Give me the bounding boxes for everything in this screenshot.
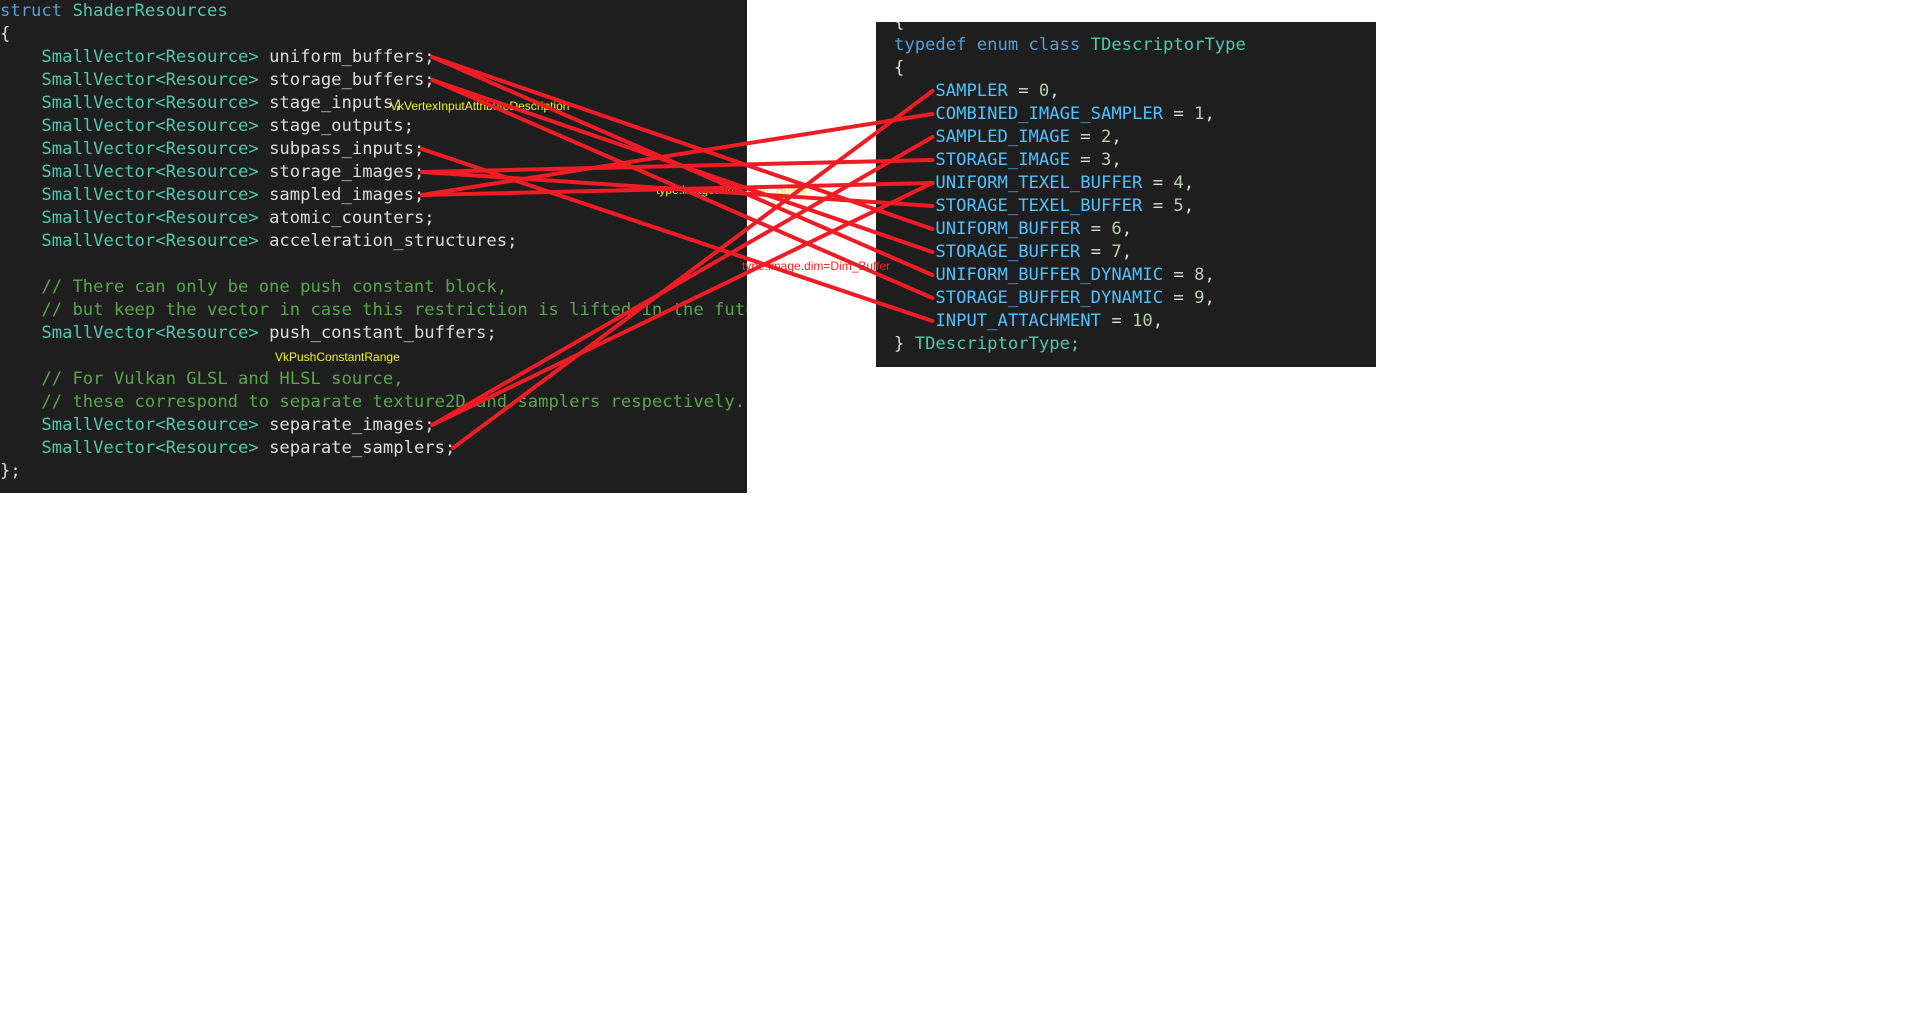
- enumerator-value: 6: [1111, 219, 1122, 239]
- enum-line-storage-buffer: STORAGE_BUFFER = 7,: [935, 242, 1133, 262]
- field-type: SmallVector<Resource>: [41, 70, 259, 90]
- enum-line-storage-buffer-dynamic: STORAGE_BUFFER_DYNAMIC = 9,: [935, 288, 1215, 308]
- enumerator-storage-texel-buffer: STORAGE_TEXEL_BUFFER: [935, 196, 1143, 216]
- annotation-vertex-input: VkVertexInputAttributeDescription: [390, 99, 570, 113]
- typedef-keywords: typedef enum class: [894, 35, 1081, 55]
- struct-open-brace: {: [0, 24, 11, 44]
- field-line-subpass-inputs: SmallVector<Resource> subpass_inputs;: [41, 139, 425, 159]
- comment-text: // but keep the vector in case this rest…: [41, 300, 747, 320]
- field-type: SmallVector<Resource>: [41, 415, 259, 435]
- field-line-acceleration-structures: SmallVector<Resource> acceleration_struc…: [41, 231, 518, 251]
- enum-line-sampled-image: SAMPLED_IMAGE = 2,: [935, 127, 1122, 147]
- field-name-storage-buffers: storage_buffers: [269, 70, 425, 90]
- field-name-storage-images: storage_images: [269, 162, 414, 182]
- enum-name: TDescriptorType: [1090, 35, 1246, 55]
- field-line-separate-samplers: SmallVector<Resource> separate_samplers;: [41, 438, 456, 458]
- field-type: SmallVector<Resource>: [41, 323, 259, 343]
- field-name-acceleration-structures: acceleration_structures: [269, 231, 508, 251]
- enumerator-sampler: SAMPLER: [935, 81, 1008, 101]
- enumerator-uniform-buffer-dynamic: UNIFORM_BUFFER_DYNAMIC: [935, 265, 1164, 285]
- enumerator-value: 5: [1173, 196, 1184, 216]
- field-type: SmallVector<Resource>: [41, 93, 259, 113]
- enumerator-value: 9: [1194, 288, 1205, 308]
- enumerator-value: 1: [1194, 104, 1205, 124]
- typedef-line: typedef enum class TDescriptorType: [894, 34, 1246, 57]
- comment-text: // There can only be one push constant b…: [41, 277, 508, 297]
- struct-keyword: struct: [0, 1, 63, 21]
- field-line-atomic-counters: SmallVector<Resource> atomic_counters;: [41, 208, 435, 228]
- annotation-sampled-image-dim: type.image.dim!=Dim_Buffer: [656, 183, 808, 197]
- annotation-push-constant: VkPushConstantRange: [275, 350, 400, 364]
- field-name-subpass-inputs: subpass_inputs: [269, 139, 414, 159]
- field-name-atomic-counters: atomic_counters: [269, 208, 425, 228]
- enumerator-value: 2: [1100, 127, 1112, 147]
- enum-line-combined-image-sampler: COMBINED_IMAGE_SAMPLER = 1,: [935, 104, 1215, 124]
- enumerator-storage-buffer: STORAGE_BUFFER: [935, 242, 1081, 262]
- field-type: SmallVector<Resource>: [41, 438, 259, 458]
- enum-close-brace: }: [894, 334, 905, 354]
- enumerator-input-attachment: INPUT_ATTACHMENT: [935, 311, 1101, 331]
- struct-close-brace: };: [0, 461, 21, 481]
- field-name-uniform-buffers: uniform_buffers: [269, 47, 425, 67]
- comment-text: // For Vulkan GLSL and HLSL source,: [41, 369, 404, 389]
- annotation-storage-image-dim: type.image.dim=Dim_Buffer: [742, 259, 891, 273]
- field-line-uniform-buffers: SmallVector<Resource> uniform_buffers;: [41, 47, 435, 67]
- field-name-stage-outputs: stage_outputs: [269, 116, 404, 136]
- enumerator-storage-image: STORAGE_IMAGE: [935, 150, 1070, 170]
- enumerator-uniform-texel-buffer: UNIFORM_TEXEL_BUFFER: [935, 173, 1143, 193]
- enum-line-uniform-texel-buffer: UNIFORM_TEXEL_BUFFER = 4,: [935, 173, 1195, 193]
- enumerator-value: 7: [1111, 242, 1122, 262]
- comment-line-4: // these correspond to separate texture2…: [0, 391, 745, 414]
- field-name-push-constant-buffers: push_constant_buffers: [269, 323, 487, 343]
- field-type: SmallVector<Resource>: [41, 231, 259, 251]
- struct-name: ShaderResources: [72, 1, 228, 21]
- field-line-push-constant-buffers: SmallVector<Resource> push_constant_buff…: [41, 323, 497, 343]
- enumerator-value: 4: [1173, 173, 1184, 193]
- field-name-sampled-images: sampled_images: [269, 185, 414, 205]
- field-type: SmallVector<Resource>: [41, 139, 259, 159]
- field-line-stage-inputs: SmallVector<Resource> stage_inputs;: [41, 93, 404, 113]
- field-type: SmallVector<Resource>: [41, 208, 259, 228]
- field-name-separate-samplers: separate_samplers: [269, 438, 445, 458]
- comment-line-3: // For Vulkan GLSL and HLSL source,: [0, 368, 404, 391]
- field-line-sampled-images: SmallVector<Resource> sampled_images;: [41, 185, 425, 205]
- field-type: SmallVector<Resource>: [41, 185, 259, 205]
- enum-line-storage-texel-buffer: STORAGE_TEXEL_BUFFER = 5,: [935, 196, 1195, 216]
- enum-open-brace: {: [894, 58, 905, 78]
- field-type: SmallVector<Resource>: [41, 162, 259, 182]
- enumerator-combined-image-sampler: COMBINED_IMAGE_SAMPLER: [935, 104, 1164, 124]
- comment-line-1: // There can only be one push constant b…: [0, 276, 507, 299]
- enumerator-sampled-image: SAMPLED_IMAGE: [935, 127, 1070, 147]
- field-line-separate-images: SmallVector<Resource> separate_images;: [41, 415, 435, 435]
- right-code-panel: { typedef enum class TDescriptorType { S…: [876, 22, 1376, 367]
- comment-line-2: // but keep the vector in case this rest…: [0, 299, 747, 322]
- enum-line-storage-image: STORAGE_IMAGE = 3,: [935, 150, 1122, 170]
- enumerator-value: 10: [1132, 311, 1153, 331]
- field-type: SmallVector<Resource>: [41, 47, 259, 67]
- enumerator-value: 0: [1038, 81, 1050, 101]
- left-code-panel: struct ShaderResources { SmallVector<Res…: [0, 0, 747, 493]
- enumerator-uniform-buffer: UNIFORM_BUFFER: [935, 219, 1081, 239]
- field-type: SmallVector<Resource>: [41, 116, 259, 136]
- field-line-storage-buffers: SmallVector<Resource> storage_buffers;: [41, 70, 435, 90]
- field-name-separate-images: separate_images: [269, 415, 425, 435]
- enum-line-uniform-buffer: UNIFORM_BUFFER = 6,: [935, 219, 1133, 239]
- partial-top-brace: {: [894, 22, 905, 32]
- enum-line-uniform-buffer-dynamic: UNIFORM_BUFFER_DYNAMIC = 8,: [935, 265, 1215, 285]
- field-name-stage-inputs: stage_inputs: [269, 93, 394, 113]
- enum-closing-name: TDescriptorType;: [914, 334, 1081, 354]
- struct-declaration-line: struct ShaderResources: [0, 0, 228, 23]
- comment-text: // these correspond to separate texture2…: [41, 392, 746, 412]
- enum-line-input-attachment: INPUT_ATTACHMENT = 10,: [935, 311, 1164, 331]
- enum-closing-line: } TDescriptorType;: [894, 333, 1080, 356]
- enumerator-value: 8: [1194, 265, 1205, 285]
- enumerator-value: 3: [1100, 150, 1112, 170]
- field-line-stage-outputs: SmallVector<Resource> stage_outputs;: [41, 116, 414, 136]
- field-line-storage-images: SmallVector<Resource> storage_images;: [41, 162, 425, 182]
- enum-line-sampler: SAMPLER = 0,: [935, 81, 1060, 101]
- enumerator-storage-buffer-dynamic: STORAGE_BUFFER_DYNAMIC: [935, 288, 1164, 308]
